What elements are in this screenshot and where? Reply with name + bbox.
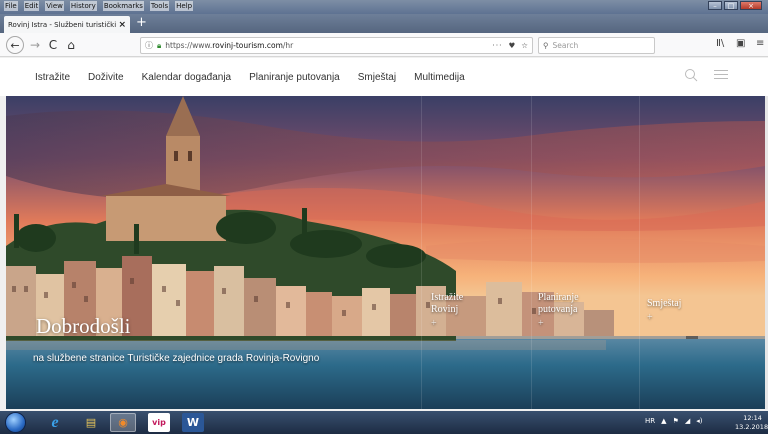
menu-history[interactable]: History (69, 1, 97, 11)
menu-help[interactable]: Help (175, 1, 194, 11)
clock-time: 12:14 (743, 414, 762, 422)
nav-multimedija[interactable]: Multimedija (414, 72, 465, 83)
search-bar[interactable]: ⚲ Search (538, 37, 655, 54)
bookmark-star-icon[interactable]: ☆ (521, 41, 528, 50)
flag-icon[interactable]: ⚑ (673, 417, 679, 425)
file-explorer-icon[interactable]: ▤ (78, 413, 104, 432)
plus-icon: + (538, 318, 544, 329)
site-header: Istražite Doživite Kalendar događanja Pl… (0, 58, 768, 96)
url-bar[interactable]: ⓘ 🔒︎ https://www.rovinj-tourism.com/hr ·… (140, 37, 533, 54)
plus-icon: + (647, 312, 653, 323)
menu-bookmarks[interactable]: Bookmarks (102, 1, 144, 11)
minimize-button[interactable]: – (708, 1, 722, 10)
window-controls: – □ × (708, 1, 762, 10)
site-nav: Istražite Doživite Kalendar događanja Pl… (35, 72, 483, 83)
language-indicator[interactable]: HR (645, 417, 655, 425)
hero-link-line2: putovanja (538, 304, 578, 315)
vip-app-icon[interactable]: vip (148, 413, 170, 432)
close-window-button[interactable]: × (740, 1, 762, 10)
home-button[interactable]: ⌂ (64, 36, 78, 54)
nav-istrazite[interactable]: Istražite (35, 72, 70, 83)
url-domain: rovinj-tourism.com (212, 41, 283, 50)
hero-subtitle: na službene stranice Turističke zajednic… (33, 353, 320, 364)
taskbar: e ▤ ◉ vip W HR ▲ ⚑ ◢ ◂) 12:14 13.2.2018. (0, 411, 768, 434)
hero-link-planiranje-putovanja[interactable]: Planiranje putovanja + (538, 292, 608, 330)
search-placeholder: Search (552, 41, 579, 50)
url-prefix: https://www. (165, 41, 213, 50)
nav-smjestaj[interactable]: Smještaj (358, 72, 396, 83)
firefox-icon[interactable]: ◉ (110, 413, 136, 432)
hero-divider (421, 96, 422, 409)
internet-explorer-icon[interactable]: e (42, 413, 68, 432)
pocket-icon[interactable]: ♥ (509, 41, 516, 50)
volume-icon[interactable]: ◂) (696, 417, 702, 425)
hamburger-menu-icon[interactable]: ≡ (756, 38, 764, 49)
plus-icon: + (431, 318, 437, 329)
hero-link-line1: Planiranje (538, 292, 579, 303)
window-title-bar: File Edit View History Bookmarks Tools H… (0, 0, 768, 14)
tab-close-icon[interactable]: × (118, 20, 126, 30)
hero-divider (531, 96, 532, 409)
system-tray: HR ▲ ⚑ ◢ ◂) (645, 417, 702, 425)
tray-arrow-icon[interactable]: ▲ (661, 417, 666, 425)
site-menu-icon[interactable] (714, 70, 728, 80)
hero-link-istrazite-rovinj[interactable]: Istražite Rovinj + (431, 292, 501, 330)
hero-link-smjestaj[interactable]: Smještaj + (647, 298, 717, 324)
menu-file[interactable]: File (4, 1, 18, 11)
hero-title: Dobrodošli (36, 314, 131, 338)
tab-title: Rovinj Istra - Službeni turistički por (8, 20, 119, 29)
menu-bar: File Edit View History Bookmarks Tools H… (4, 1, 194, 11)
maximize-button[interactable]: □ (724, 1, 738, 10)
info-icon[interactable]: ⓘ (145, 40, 153, 51)
url-text[interactable]: https://www.rovinj-tourism.com/hr (165, 41, 492, 50)
tab-strip: Rovinj Istra - Službeni turistički por ×… (0, 14, 768, 33)
hero-link-line1: Smještaj (647, 298, 682, 309)
nav-planiranje[interactable]: Planiranje putovanja (249, 72, 340, 83)
clock-date: 13.2.2018. (735, 423, 768, 431)
site-search-icon[interactable] (684, 68, 698, 82)
menu-edit[interactable]: Edit (23, 1, 40, 11)
page-actions-icon[interactable]: ··· (492, 41, 502, 50)
hero-link-line1: Istražite (431, 292, 464, 303)
nav-kalendar[interactable]: Kalendar događanja (142, 72, 232, 83)
hero-link-line2: Rovinj (431, 304, 459, 315)
start-button[interactable] (5, 412, 26, 433)
back-button[interactable]: ← (6, 36, 24, 54)
navigation-bar: ← → C ⌂ ⓘ 🔒︎ https://www.rovinj-tourism.… (0, 33, 768, 57)
search-icon: ⚲ (543, 41, 549, 50)
menu-tools[interactable]: Tools (149, 1, 170, 11)
url-path: /hr (282, 41, 294, 50)
library-icon[interactable]: Ⅱ\ (716, 38, 724, 49)
word-icon[interactable]: W (182, 413, 204, 432)
network-icon[interactable]: ◢ (685, 417, 690, 425)
forward-button[interactable]: → (28, 36, 42, 54)
menu-view[interactable]: View (45, 1, 64, 11)
lock-icon[interactable]: 🔒︎ (157, 41, 161, 51)
clock[interactable]: 12:14 13.2.2018. (735, 414, 768, 432)
new-tab-button[interactable]: + (136, 16, 147, 30)
hero-banner: Dobrodošli na službene stranice Turistič… (6, 96, 765, 409)
reload-button[interactable]: C (46, 36, 60, 54)
nav-dozivite[interactable]: Doživite (88, 72, 124, 83)
tab-rovinj[interactable]: Rovinj Istra - Službeni turistički por × (4, 16, 130, 33)
hero-divider (639, 96, 640, 409)
sidebar-icon[interactable]: ▣ (736, 38, 745, 49)
